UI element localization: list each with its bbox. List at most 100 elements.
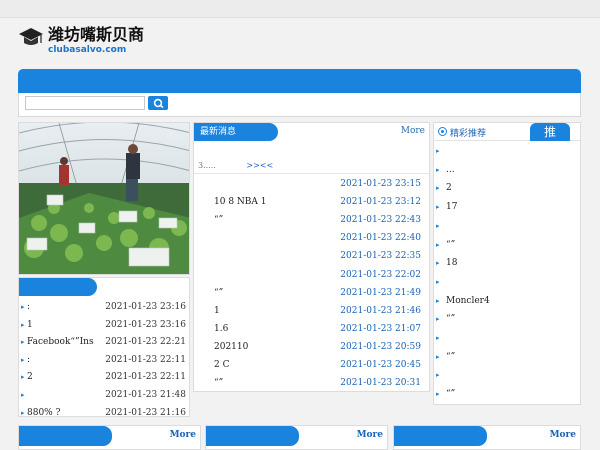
pick-item-title[interactable]: Moncler4 xyxy=(446,293,490,309)
bottom-more-link-2[interactable]: More xyxy=(357,430,383,440)
picks-title[interactable]: 精彩推荐 xyxy=(450,126,486,139)
arrow-right-icon: ▸ xyxy=(21,303,25,311)
list-item-title[interactable]: 2 xyxy=(27,368,33,386)
main-nav-bar xyxy=(18,69,581,93)
pick-item-title[interactable]: “” xyxy=(446,386,455,402)
list-item[interactable]: ▸ 2021-01-23 21:48 xyxy=(19,386,189,404)
arrow-right-icon: ▸ xyxy=(436,165,440,174)
list-item-title[interactable]: 1 xyxy=(27,316,33,334)
list-item[interactable]: ▸: 2021-01-23 23:16 xyxy=(19,298,189,316)
news-item-title[interactable]: “” xyxy=(214,374,223,392)
news-item-date: 2021-01-23 21:07 xyxy=(340,323,421,334)
news-more-link[interactable]: More xyxy=(401,126,425,136)
news-item[interactable]: “” 2021-01-23 22:43 xyxy=(194,211,429,229)
arrow-right-icon: ▸ xyxy=(436,203,440,212)
news-item-title[interactable]: 1 xyxy=(214,302,220,320)
list-item-date: 2021-01-23 22:21 xyxy=(105,337,186,348)
search-bar xyxy=(18,93,581,117)
pick-item-title[interactable]: “” xyxy=(446,311,455,327)
news-item-date: 2021-01-23 23:15 xyxy=(340,179,421,189)
news-item-date: 2021-01-23 23:12 xyxy=(340,197,421,208)
news-item-title[interactable]: 2 C xyxy=(214,356,229,374)
list-item-date: 2021-01-23 21:16 xyxy=(105,407,186,418)
news-item-date: 2021-01-23 22:43 xyxy=(340,215,421,226)
arrow-right-icon: ▸ xyxy=(21,408,25,417)
search-icon xyxy=(153,96,164,111)
list-item-date: 2021-01-23 23:16 xyxy=(105,319,186,330)
search-input[interactable] xyxy=(25,96,145,110)
list-item[interactable]: ▸ Facebook“”Ins 2021-01-23 22:21 xyxy=(19,333,189,351)
list-item[interactable]: ▸: 2021-01-23 22:11 xyxy=(19,351,189,369)
arrow-right-icon: ▸ xyxy=(436,240,440,249)
news-item-title[interactable]: “” xyxy=(214,284,223,302)
pick-item-title[interactable]: “” xyxy=(446,349,455,365)
list-item[interactable]: ▸ 2 2021-01-23 22:11 xyxy=(19,368,189,386)
list-item-date: 2021-01-23 21:48 xyxy=(105,390,186,400)
bottom-more-link-1[interactable]: More xyxy=(170,430,196,440)
bottom-tab-3 xyxy=(394,426,487,446)
news-item-date: 2021-01-23 21:46 xyxy=(340,305,421,316)
list-item-title[interactable]: 880% ? xyxy=(27,404,60,422)
pick-item-title[interactable]: “” xyxy=(446,237,455,253)
list-item-date: 2021-01-23 22:11 xyxy=(105,354,186,365)
news-item-date: 2021-01-23 20:59 xyxy=(340,341,421,352)
news-tab-title[interactable]: 最新消息 xyxy=(194,123,278,141)
list-item[interactable]: ▸ 880% ? 2021-01-23 21:16 xyxy=(19,404,189,422)
news-item[interactable]: 202110 2021-01-23 20:59 xyxy=(194,338,429,356)
bottom-tab-1 xyxy=(19,426,112,446)
news-item[interactable]: 2021-01-23 22:35 xyxy=(194,247,429,265)
top-bar xyxy=(0,0,600,18)
pick-item-title[interactable]: 2 xyxy=(446,180,452,196)
arrow-right-icon: ▸ xyxy=(436,147,440,155)
arrow-right-icon: ▸ xyxy=(436,334,440,342)
news-item[interactable]: 1.6 2021-01-23 21:07 xyxy=(194,320,429,338)
news-item[interactable]: 1 2021-01-23 21:46 xyxy=(194,302,429,320)
pick-item-title[interactable]: 18 xyxy=(446,255,457,271)
arrow-right-icon: ▸ xyxy=(21,338,25,347)
arrow-right-icon: ▸ xyxy=(436,184,440,193)
list-item[interactable]: ▸ 1 2021-01-23 23:16 xyxy=(19,316,189,334)
news-item-date: 2021-01-23 22:40 xyxy=(340,233,421,244)
news-item-title[interactable]: 10 8 NBA 1 xyxy=(214,193,266,211)
site-domain: clubasalvo.com xyxy=(48,45,127,55)
arrow-right-icon: ▸ xyxy=(21,320,25,329)
pick-item-title[interactable]: ... xyxy=(446,162,455,178)
site-logo[interactable]: 潍坊嘴斯贝商 clubasalvo.com xyxy=(18,26,144,56)
news-item[interactable]: “” 2021-01-23 20:31 xyxy=(194,374,429,392)
arrow-right-icon: ▸ xyxy=(436,390,440,399)
list-item-title[interactable]: Facebook“”Ins xyxy=(27,333,94,351)
list-item-title[interactable]: : xyxy=(27,351,30,369)
news-item[interactable]: “” 2021-01-23 21:49 xyxy=(194,284,429,302)
news-item-title[interactable]: 202110 xyxy=(214,338,248,356)
news-item-date: 2021-01-23 20:45 xyxy=(340,360,421,370)
pager-link[interactable]: >><< xyxy=(246,161,273,170)
news-item[interactable]: 2021-01-23 22:02 xyxy=(194,266,429,284)
news-item-date: 2021-01-23 20:31 xyxy=(340,378,421,389)
left-list-panel: ▸:2021-01-23 23:16 ▸ 1 2021-01-23 23:16 ▸ Fac… xyxy=(18,277,190,418)
arrow-right-icon: ▸ xyxy=(21,355,25,364)
news-item-title[interactable]: “” xyxy=(214,211,223,229)
pick-item-title[interactable]: 17 xyxy=(446,199,457,215)
news-item[interactable]: 2021-01-23 23:15 xyxy=(194,175,429,193)
news-item[interactable]: 10 8 NBA 1 2021-01-23 23:12 xyxy=(194,193,429,211)
arrow-right-icon: ▸ xyxy=(436,315,440,324)
site-title: 潍坊嘴斯贝商 xyxy=(48,25,145,44)
news-item[interactable]: 2021-01-23 22:40 xyxy=(194,229,429,247)
news-item-title[interactable]: 1.6 xyxy=(214,320,228,338)
radio-dot-icon xyxy=(438,127,447,136)
picks-panel: 精彩推荐 推 ▸ ▸... ▸ 2 ▸ 17 ▸ ▸ “” ▸ 18 ▸ ▸ Moncler4 ▸ “” ▸ ▸ “… xyxy=(433,122,581,405)
news-item-date: 2021-01-23 22:02 xyxy=(340,269,421,280)
arrow-right-icon: ▸ xyxy=(436,277,440,286)
bottom-tab-2 xyxy=(206,426,299,446)
search-button[interactable] xyxy=(148,96,168,110)
arrow-right-icon: ▸ xyxy=(21,391,25,399)
picks-badge: 推 xyxy=(530,123,570,141)
graduation-cap-icon xyxy=(18,26,44,48)
arrow-right-icon: ▸ xyxy=(436,296,440,305)
greenhouse-photo[interactable] xyxy=(18,122,190,275)
bottom-more-link-3[interactable]: More xyxy=(550,430,576,440)
list-item-date: 2021-01-23 22:11 xyxy=(105,372,186,383)
bottom-panel-1: More xyxy=(18,425,201,450)
list-item-title[interactable]: : xyxy=(27,298,30,316)
news-item[interactable]: 2 C 2021-01-23 20:45 xyxy=(194,356,429,374)
